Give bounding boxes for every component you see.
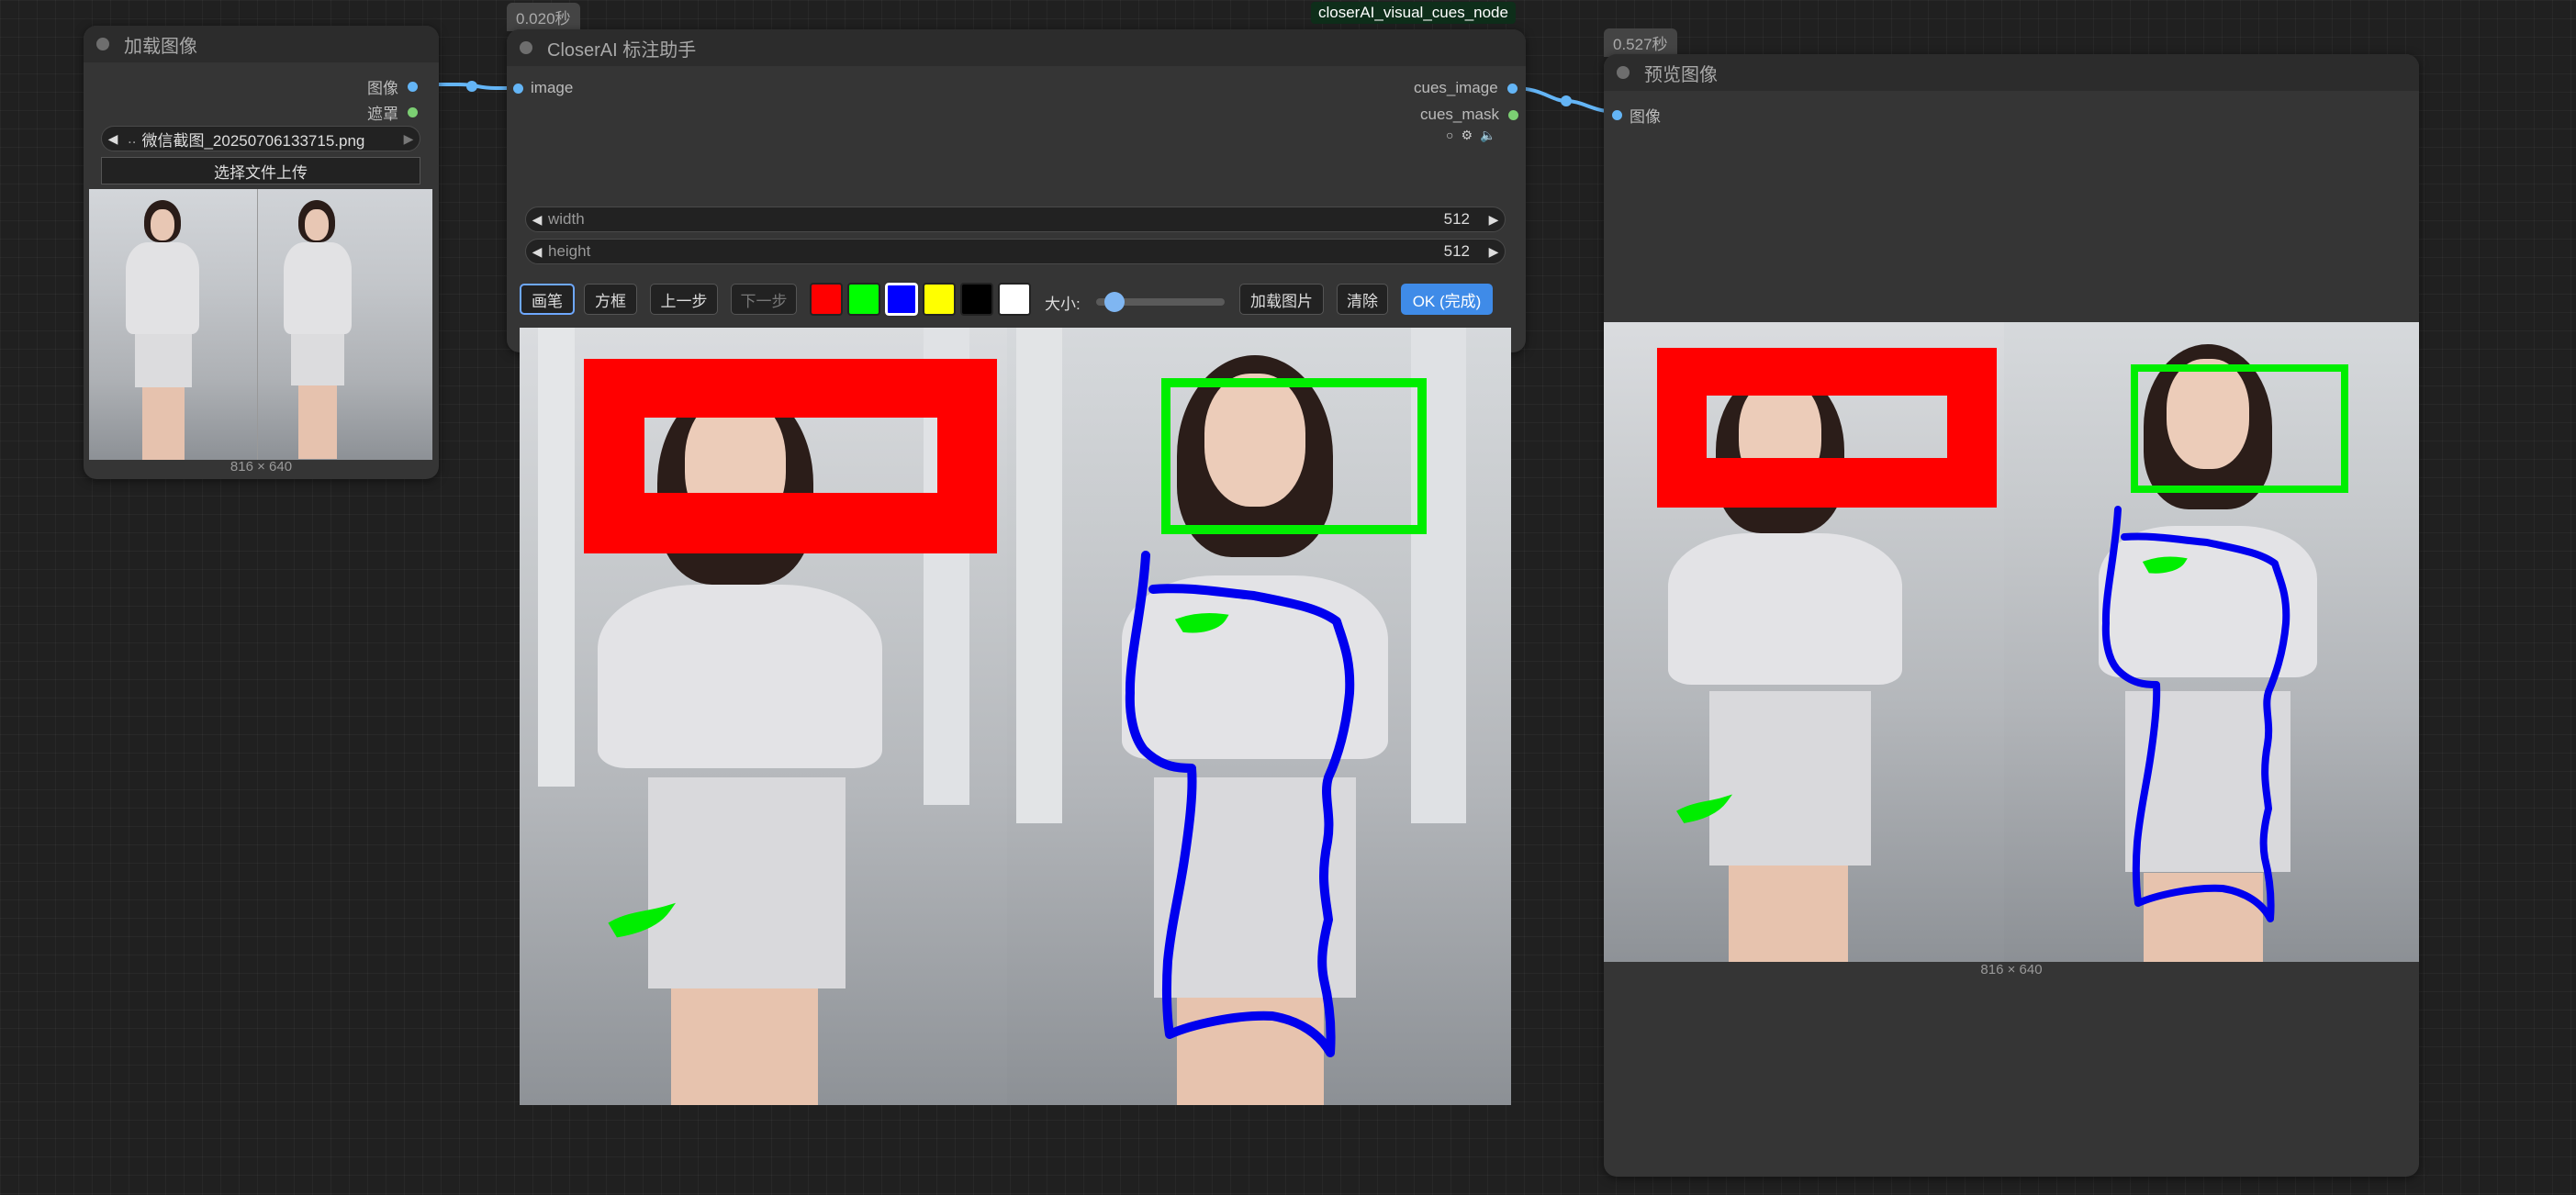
preview-image-dims: 816 × 640 <box>1980 962 2043 977</box>
preview-image <box>1604 322 2419 962</box>
speaker-icon[interactable]: 🔈 <box>1480 128 1495 143</box>
red-rect-annotation <box>584 359 997 553</box>
green-scribble-hand <box>608 902 677 938</box>
undo-button[interactable]: 上一步 <box>650 284 718 315</box>
figure-face <box>151 209 174 240</box>
link-midpoint <box>466 81 477 92</box>
node-title: 预览图像 <box>1644 64 1718 85</box>
blue-outline-annotation <box>2101 506 2290 922</box>
input-label: image <box>531 79 574 96</box>
figure-body <box>126 242 199 334</box>
load-image-thumbnail <box>89 189 432 460</box>
green-scribble-wrist <box>1174 613 1229 633</box>
output-slot-image[interactable]: 图像 <box>367 75 418 98</box>
link-load-to-closer <box>428 83 520 90</box>
input-slot-image[interactable]: 图像 <box>1612 104 1661 127</box>
output-socket-icon[interactable] <box>408 82 418 92</box>
annotation-canvas[interactable] <box>520 328 1511 1105</box>
increment-arrow-icon[interactable]: ▶ <box>1483 212 1505 228</box>
decrement-arrow-icon[interactable]: ◀ <box>526 212 548 228</box>
increment-arrow-icon[interactable]: ▶ <box>1483 244 1505 260</box>
figure-legs <box>298 385 337 459</box>
output-label: cues_image <box>1414 79 1498 96</box>
input-socket-icon[interactable] <box>1612 110 1622 120</box>
collapse-dot-icon[interactable] <box>520 41 532 54</box>
input-slot-image[interactable]: image <box>513 79 573 97</box>
closer-timing-badge: 0.020秒 <box>507 3 580 31</box>
output-socket-icon[interactable] <box>1507 109 1518 120</box>
collapse-dot-icon[interactable] <box>1617 66 1630 79</box>
preview-title-bar[interactable]: 预览图像 <box>1604 54 2419 91</box>
upload-file-button[interactable]: 选择文件上传 <box>101 157 420 184</box>
input-socket-icon[interactable] <box>513 83 523 94</box>
blue-outline-annotation <box>1125 551 1355 1057</box>
rect-tool-button[interactable]: 方框 <box>584 284 637 315</box>
file-prefix: .. <box>128 129 137 147</box>
output-socket-icon[interactable] <box>1506 83 1518 94</box>
size-slider[interactable] <box>1096 292 1225 312</box>
node-class-badge: closerAI_visual_cues_node <box>1311 2 1516 24</box>
slider-thumb[interactable] <box>1104 292 1125 312</box>
output-label: cues_mask <box>1420 106 1499 123</box>
figure-skirt <box>135 334 192 387</box>
figure-skirt <box>291 334 344 385</box>
gear-icon[interactable]: ⚙ <box>1461 128 1473 143</box>
circle-icon[interactable]: ○ <box>1446 128 1453 143</box>
red-rect-annotation <box>1657 348 1997 508</box>
figure-legs <box>142 387 185 460</box>
color-swatch-red[interactable] <box>810 283 843 316</box>
output-socket-icon[interactable] <box>408 107 418 117</box>
redo-button[interactable]: 下一步 <box>731 284 797 315</box>
green-scribble-wrist <box>2142 556 2188 574</box>
widget-value: 512 <box>1443 242 1470 260</box>
figure-face <box>305 209 329 240</box>
load-image-title-bar[interactable]: 加载图像 <box>84 26 439 62</box>
widget-value: 512 <box>1443 210 1470 228</box>
thumb-left-photo <box>89 189 257 460</box>
brush-tool-button[interactable]: 画笔 <box>520 284 575 315</box>
load-image-dims: 816 × 640 <box>230 459 293 475</box>
next-arrow-icon[interactable]: ▶ <box>398 131 420 147</box>
color-swatch-white[interactable] <box>998 283 1031 316</box>
green-rect-annotation <box>1161 378 1427 534</box>
node-title: 加载图像 <box>124 36 197 57</box>
annotation-marks <box>584 359 1427 1057</box>
collapse-dot-icon[interactable] <box>96 38 109 50</box>
preview-annotation-marks <box>1657 348 2348 922</box>
input-label: 图像 <box>1630 108 1661 126</box>
widget-label: height <box>548 242 591 260</box>
file-name: 微信截图_20250706133715.png <box>141 131 365 150</box>
color-swatch-green[interactable] <box>847 283 880 316</box>
node-title: CloserAI 标注助手 <box>547 39 697 61</box>
color-swatch-blue[interactable] <box>883 281 920 318</box>
green-scribble-hand <box>1676 794 1733 823</box>
link-closer-to-preview <box>1513 86 1618 114</box>
color-swatch-black[interactable] <box>960 283 993 316</box>
color-swatch-yellow[interactable] <box>923 283 956 316</box>
width-widget[interactable]: ◀ width 512 ▶ <box>525 207 1506 232</box>
widget-label: width <box>548 210 585 228</box>
link-midpoint <box>1561 95 1572 106</box>
decrement-arrow-icon[interactable]: ◀ <box>526 244 548 260</box>
ok-done-button[interactable]: OK (完成) <box>1401 284 1493 315</box>
prev-arrow-icon[interactable]: ◀ <box>102 131 124 147</box>
size-label: 大小: <box>1045 296 1081 313</box>
output-label: 遮罩 <box>367 106 398 123</box>
height-widget[interactable]: ◀ height 512 ▶ <box>525 239 1506 264</box>
node-status-icons: ○ ⚙ 🔈 <box>1446 128 1495 143</box>
green-rect-annotation <box>2131 364 2348 493</box>
figure-body <box>284 242 352 334</box>
image-file-select[interactable]: ◀ .. 微信截图_20250706133715.png ▶ <box>101 126 420 151</box>
load-image-button[interactable]: 加载图片 <box>1239 284 1324 315</box>
output-slot-cues-mask[interactable]: cues_mask <box>1420 106 1518 124</box>
preview-timing-badge: 0.527秒 <box>1604 28 1677 57</box>
closerai-title-bar[interactable]: CloserAI 标注助手 <box>507 29 1526 66</box>
clear-button[interactable]: 清除 <box>1337 284 1388 315</box>
output-label: 图像 <box>367 80 398 97</box>
output-slot-mask[interactable]: 遮罩 <box>367 101 418 124</box>
output-slot-cues-image[interactable]: cues_image <box>1414 79 1518 97</box>
thumb-right-photo <box>257 189 432 460</box>
